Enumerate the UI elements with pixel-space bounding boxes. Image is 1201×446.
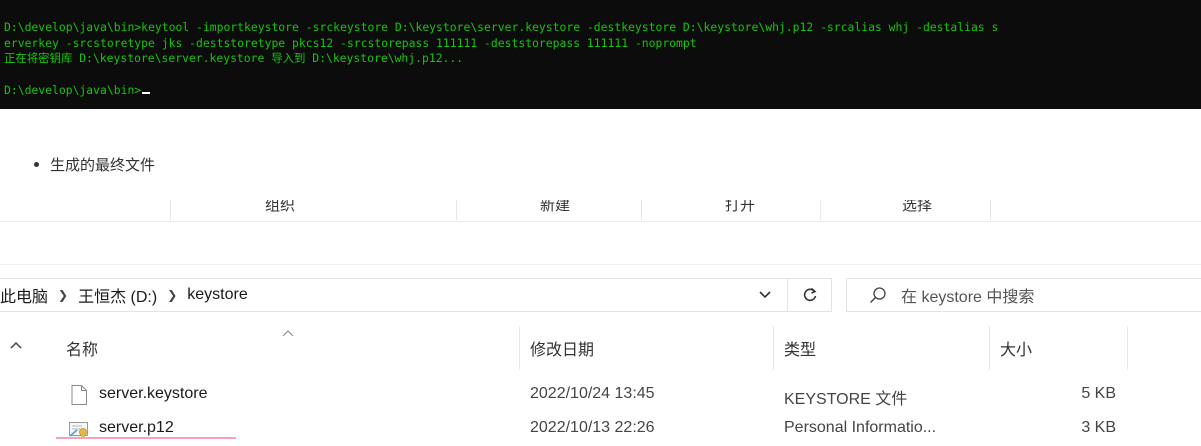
bullet-text: 生成的最终文件 (50, 156, 156, 174)
file-date: 2022/10/24 13:45 (530, 385, 655, 402)
ribbon-group-new[interactable]: 新建 (540, 200, 570, 215)
terminal-line: erverkey -srcstoretype jks -deststoretyp… (4, 36, 697, 50)
breadcrumb-keystore[interactable]: keystore (187, 286, 247, 304)
breadcrumb-this-pc[interactable]: 此电脑 (0, 283, 48, 307)
collapse-column[interactable] (0, 326, 34, 370)
terminal-prompt-line[interactable]: D:\develop\java\bin> (4, 83, 151, 97)
sort-ascending-icon (282, 326, 294, 340)
file-date: 2022/10/13 22:26 (530, 419, 655, 436)
ribbon-group-organize[interactable]: 组织 (265, 200, 295, 215)
divider (0, 264, 1201, 265)
terminal-prompt: D:\develop\java\bin> (4, 83, 142, 97)
selection-underline (56, 437, 236, 439)
file-explorer: 组织 新建 打开 选择 此电脑 ❯ 王恒杰 (D:) ❯ keystore 在 … (0, 200, 1201, 446)
search-icon (869, 286, 887, 304)
column-header-name[interactable]: 名称 (66, 336, 98, 360)
address-bar[interactable]: 此电脑 ❯ 王恒杰 (D:) ❯ keystore (0, 278, 832, 312)
column-header-date[interactable]: 修改日期 (530, 336, 594, 360)
ribbon-divider (820, 200, 821, 220)
file-row[interactable]: server.keystore 2022/10/24 13:45 KEYSTOR… (0, 380, 1201, 410)
column-header-type[interactable]: 类型 (784, 336, 816, 360)
column-divider[interactable] (519, 326, 520, 370)
chevron-up-icon[interactable] (10, 338, 22, 352)
terminal-window: D:\develop\java\bin>keytool -importkeyst… (0, 0, 1201, 109)
ribbon-group-open[interactable]: 打开 (725, 200, 755, 215)
blank-file-icon (68, 384, 90, 406)
chevron-right-icon[interactable]: ❯ (58, 288, 68, 302)
chevron-right-icon[interactable]: ❯ (167, 288, 177, 302)
file-type: KEYSTORE 文件 (784, 391, 908, 408)
file-name[interactable]: server.p12 (99, 419, 174, 437)
column-header-row: 名称 修改日期 类型 大小 (0, 326, 1201, 370)
column-divider[interactable] (773, 326, 774, 370)
column-header-size[interactable]: 大小 (1000, 336, 1032, 360)
file-size: 5 KB (1081, 385, 1116, 402)
file-size: 3 KB (1081, 419, 1116, 436)
column-divider[interactable] (989, 326, 990, 370)
ribbon-group-select[interactable]: 选择 (902, 200, 932, 215)
search-input[interactable]: 在 keystore 中搜索 (846, 278, 1201, 312)
terminal-line: D:\develop\java\bin>keytool -importkeyst… (4, 20, 999, 34)
file-type: Personal Informatio... (784, 419, 937, 436)
terminal-line: 正在将密钥库 D:\keystore\server.keystore 导入到 D… (4, 51, 464, 65)
file-row[interactable]: server.p12 2022/10/13 22:26 Personal Inf… (0, 414, 1201, 444)
terminal-cursor (142, 92, 151, 94)
ribbon-toolbar: 组织 新建 打开 选择 (0, 200, 1201, 222)
search-placeholder: 在 keystore 中搜索 (901, 289, 1035, 306)
file-name[interactable]: server.keystore (99, 385, 207, 403)
chevron-down-icon[interactable] (748, 279, 782, 311)
breadcrumb-drive[interactable]: 王恒杰 (D:) (78, 283, 157, 307)
bullet-dot (34, 161, 39, 167)
ribbon-divider (641, 200, 642, 220)
bullet-item: 生成的最终文件 (34, 152, 155, 176)
ribbon-divider (170, 200, 171, 220)
ribbon-divider (456, 200, 457, 220)
ribbon-divider (990, 200, 991, 220)
refresh-icon[interactable] (787, 279, 831, 311)
column-divider[interactable] (1127, 326, 1128, 370)
